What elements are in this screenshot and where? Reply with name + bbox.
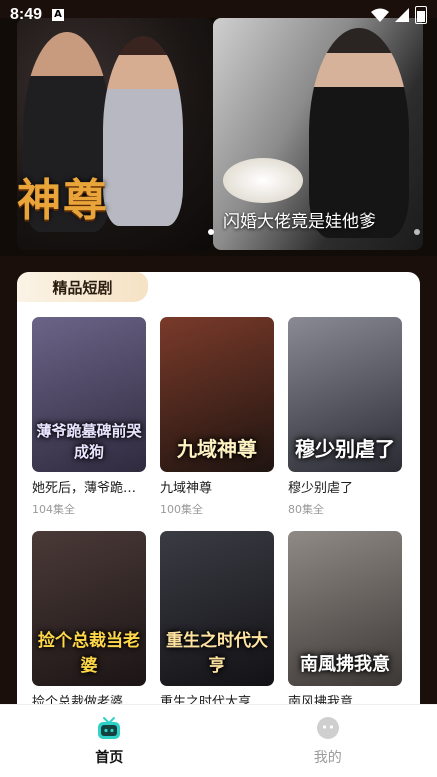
nav-home-label: 首页 (95, 747, 123, 767)
carousel-dot-active (208, 229, 214, 235)
episode-count: 100集全 (160, 501, 274, 517)
carousel-dot (414, 229, 420, 235)
section-title: 精品短剧 (17, 272, 148, 302)
drama-item[interactable]: 薄爷跪墓碑前哭成狗 她死后，薄爷跪… 104集全 (32, 317, 146, 517)
poster-text: 捡个总裁当老婆 (36, 626, 142, 676)
poster-text: 薄爷跪墓碑前哭成狗 (36, 420, 142, 462)
banner-slide-1[interactable]: 神尊 (17, 18, 213, 250)
episode-count: 104集全 (32, 501, 146, 517)
drama-grid: 薄爷跪墓碑前哭成狗 她死后，薄爷跪… 104集全 九域神尊 九域神尊 100集全… (32, 317, 412, 715)
drama-poster[interactable]: 重生之时代大亨 (160, 531, 274, 686)
poster-text: 重生之时代大亨 (164, 626, 270, 676)
status-time: 8:49 (10, 6, 42, 24)
signal-icon (395, 8, 409, 22)
wifi-icon (371, 8, 389, 22)
bouquet-image (223, 158, 303, 203)
poster-text: 九域神尊 (164, 433, 270, 462)
drama-poster[interactable]: 穆少别虐了 (288, 317, 402, 472)
drama-item[interactable]: 捡个总裁当老婆 捡个总裁做老婆 (32, 531, 146, 715)
drama-title: 她死后，薄爷跪… (32, 477, 146, 496)
tv-icon (96, 715, 122, 741)
banner-slide-2[interactable]: 闪婚大佬竟是娃他爹 (213, 18, 423, 250)
drama-poster[interactable]: 捡个总裁当老婆 (32, 531, 146, 686)
drama-poster[interactable]: 南風拂我意 (288, 531, 402, 686)
banner-carousel[interactable]: 神尊 闪婚大佬竟是娃他爹 (0, 18, 437, 256)
actress-figure (103, 36, 183, 226)
battery-icon (415, 6, 427, 24)
notification-icon: A (52, 9, 64, 21)
drama-item[interactable]: 重生之时代大亨 重生之时代大亨 (160, 531, 274, 715)
poster-text: 穆少别虐了 (292, 433, 398, 462)
banner-title: 神尊 (17, 164, 109, 228)
poster-text: 南風拂我意 (292, 650, 398, 676)
nav-mine[interactable]: 我的 (219, 705, 437, 777)
drama-poster[interactable]: 九域神尊 (160, 317, 274, 472)
drama-item[interactable]: 南風拂我意 南风拂我意 (288, 531, 402, 715)
nav-home[interactable]: 首页 (0, 705, 219, 777)
nav-mine-label: 我的 (314, 747, 342, 767)
drama-item[interactable]: 穆少别虐了 穆少别虐了 80集全 (288, 317, 402, 517)
profile-icon (315, 715, 341, 741)
drama-title: 穆少别虐了 (288, 477, 402, 496)
banner-caption: 闪婚大佬竟是娃他爹 (223, 207, 376, 232)
drama-poster[interactable]: 薄爷跪墓碑前哭成狗 (32, 317, 146, 472)
drama-title: 九域神尊 (160, 477, 274, 496)
episode-count: 80集全 (288, 501, 402, 517)
drama-section-card: 精品短剧 薄爷跪墓碑前哭成狗 她死后，薄爷跪… 104集全 九域神尊 九域神尊 … (17, 272, 420, 732)
status-bar: 8:49 A (0, 0, 437, 30)
drama-item[interactable]: 九域神尊 九域神尊 100集全 (160, 317, 274, 517)
bottom-nav: 首页 我的 (0, 704, 437, 777)
